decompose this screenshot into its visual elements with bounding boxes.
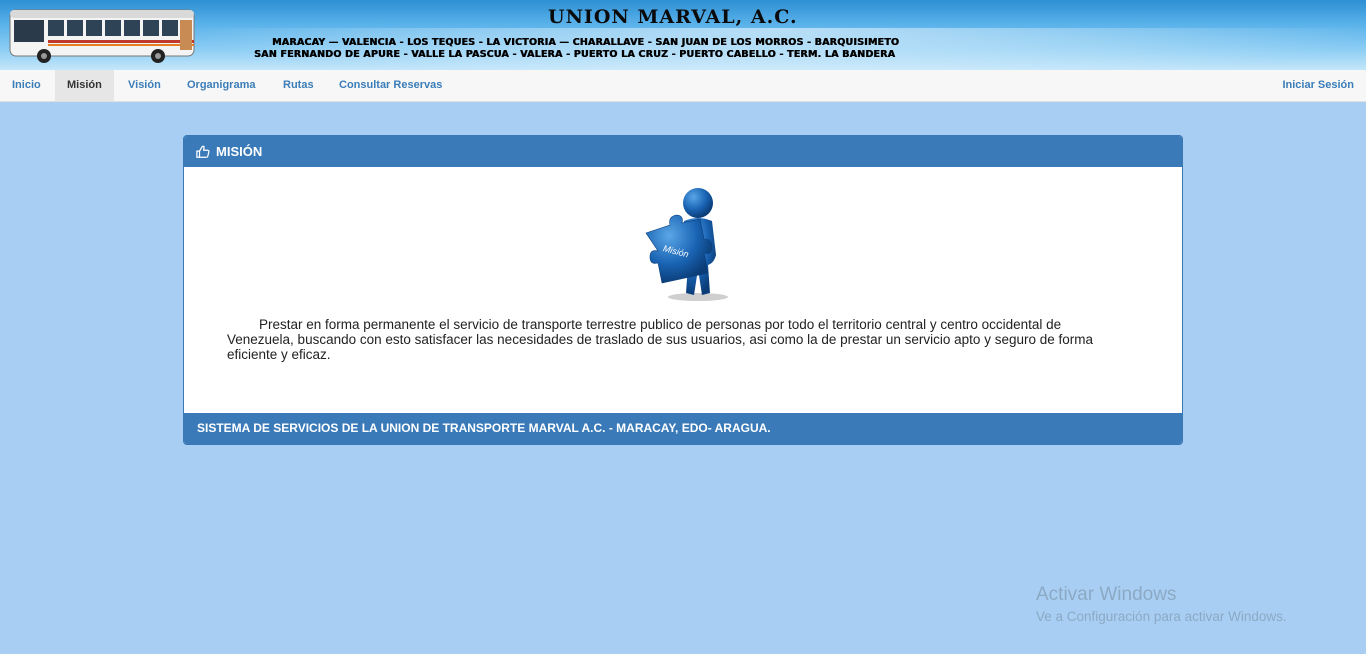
nav-mision[interactable]: Misión <box>55 70 114 101</box>
nav-vision[interactable]: Visión <box>116 70 173 101</box>
banner-routes-line-1: MARACAY — VALENCIA - LOS TEQUES - LA VIC… <box>272 37 900 48</box>
nav-rutas[interactable]: Rutas <box>271 70 326 101</box>
panel-body: Misión Prestar en forma permanente el se… <box>184 167 1182 413</box>
nav-organigrama[interactable]: Organigrama <box>175 70 267 101</box>
nav-iniciar-sesion[interactable]: Iniciar Sesión <box>1270 70 1366 101</box>
mission-panel: MISIÓN Misión Prestar en forma permanent… <box>183 135 1183 445</box>
mission-text: Prestar en forma permanente el servicio … <box>227 317 1093 362</box>
banner-routes-line-2: SAN FERNANDO DE APURE - VALLE LA PASCUA … <box>254 49 896 60</box>
nav-inicio[interactable]: Inicio <box>0 70 53 101</box>
panel-footer: SISTEMA DE SERVICIOS DE LA UNION DE TRAN… <box>184 413 1182 444</box>
header-banner: UNION MARVAL, A.C. MARACAY — VALENCIA - … <box>0 0 1366 70</box>
navbar: Inicio Misión Visión Organigrama Rutas C… <box>0 70 1366 102</box>
banner-title: UNION MARVAL, A.C. <box>548 6 798 28</box>
windows-activation-subtitle: Ve a Configuración para activar Windows. <box>1036 609 1287 624</box>
windows-activation-title: Activar Windows <box>1036 584 1177 605</box>
panel-header: MISIÓN <box>184 136 1182 167</box>
bus-image <box>9 9 195 63</box>
thumbs-up-icon <box>196 145 210 158</box>
panel-title: MISIÓN <box>216 144 263 159</box>
puzzle-person-image: Misión <box>645 188 728 301</box>
nav-consultar-reservas[interactable]: Consultar Reservas <box>327 70 454 101</box>
